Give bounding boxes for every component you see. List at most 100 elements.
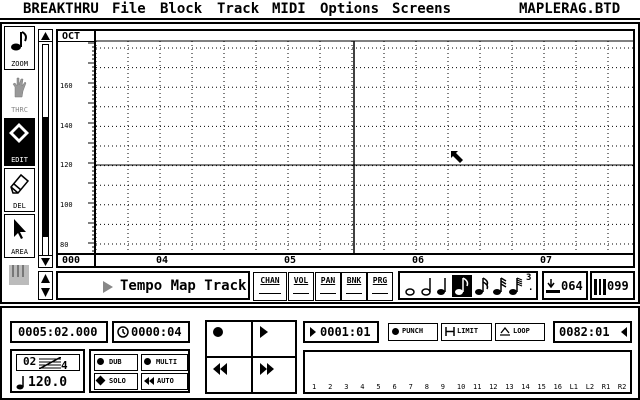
channel-label: 1 xyxy=(312,383,317,391)
channel-label: 12 xyxy=(489,383,498,391)
channel-label: 5 xyxy=(376,383,381,391)
channel-label: 3 xyxy=(344,383,349,391)
y-label-100: 100 xyxy=(60,201,73,209)
area-tool[interactable]: AREA xyxy=(4,214,35,258)
menu-divider xyxy=(0,18,640,20)
chan-label: CHAN xyxy=(260,276,280,285)
menu-midi[interactable]: MIDI xyxy=(272,1,306,17)
time-value: 0000:04 xyxy=(131,325,182,339)
auto-button[interactable]: AUTO xyxy=(141,373,188,390)
bank-button[interactable]: BNK xyxy=(341,272,367,301)
punch-out-value: 0082:01 xyxy=(559,325,610,339)
vertical-scrollbar[interactable] xyxy=(38,29,53,268)
time-display[interactable]: 0000:04 xyxy=(112,321,190,343)
extra-tool[interactable] xyxy=(4,260,35,302)
meter-tempo-display[interactable]: 02 4 120.0 xyxy=(10,349,85,393)
bank-value-line xyxy=(346,293,362,294)
menu-bar: BREAKTHRU File Block Track MIDI Options … xyxy=(0,0,640,20)
pan-value-line xyxy=(320,293,336,294)
record-mode-panel: DUB MULTI SOLO AUTO xyxy=(89,349,190,393)
multi-button[interactable]: MULTI xyxy=(141,354,188,371)
velocity-box[interactable]: 064 xyxy=(542,271,588,300)
area-tool-label: AREA xyxy=(11,248,28,256)
pan-label: PAN xyxy=(320,276,336,285)
play-button[interactable] xyxy=(253,322,295,356)
track-name-box[interactable]: Tempo Map Track xyxy=(56,271,250,300)
duration-value: 099 xyxy=(607,279,629,293)
rewind-icon xyxy=(213,363,227,375)
scroll-track[interactable] xyxy=(42,44,49,256)
edit-tool[interactable]: EDIT xyxy=(4,118,35,166)
y-label-140: 140 xyxy=(60,122,73,130)
track-up-icon[interactable] xyxy=(40,273,51,284)
note-icon xyxy=(11,31,27,51)
channel-meter-panel: 1 2 3 4 5 6 7 8 9 10 11 12 13 14 15 16 L1 L2 R1 R2 xyxy=(303,350,632,394)
loop-button[interactable]: LOOP xyxy=(495,323,545,341)
position-display[interactable]: 0005:02.000 xyxy=(10,321,108,343)
y-label-120: 120 xyxy=(60,161,73,169)
multi-label: MULTI xyxy=(156,358,178,366)
menu-screens[interactable]: Screens xyxy=(392,1,451,17)
edit-tool-label: EDIT xyxy=(11,156,28,164)
dub-button[interactable]: DUB xyxy=(94,354,138,371)
menu-block[interactable]: Block xyxy=(160,1,202,17)
program-label: PRG xyxy=(372,276,388,285)
clock-icon xyxy=(117,326,129,338)
program-value-line xyxy=(372,293,388,294)
rewind-button[interactable] xyxy=(207,358,251,392)
menu-track[interactable]: Track xyxy=(217,1,259,17)
app-menu[interactable]: BREAKTHRU xyxy=(23,1,99,17)
punch-button[interactable]: PUNCH xyxy=(388,323,438,341)
channel-label: 13 xyxy=(505,383,514,391)
multi-indicator-icon xyxy=(144,358,151,365)
chan-value-line xyxy=(259,293,281,294)
duration-box[interactable]: 099 xyxy=(590,271,635,300)
program-button[interactable]: PRG xyxy=(367,272,393,301)
channel-labels: 1 2 3 4 5 6 7 8 9 10 11 12 13 14 15 16 L1 L2 R1 R2 xyxy=(305,383,630,393)
scroll-down-icon[interactable] xyxy=(40,257,51,267)
punch-in-display[interactable]: 0001:01 xyxy=(303,321,379,343)
arrow-cursor-icon xyxy=(14,219,26,239)
dub-indicator-icon xyxy=(97,358,104,365)
thru-tool[interactable]: THRC xyxy=(4,72,35,116)
bar-ruler: 000 04 05 06 07 xyxy=(58,253,633,266)
scroll-up-icon[interactable] xyxy=(40,31,51,41)
zoom-tool[interactable]: ZOOM xyxy=(4,26,35,70)
bar-label-04: 04 xyxy=(156,255,169,266)
channel-label: 7 xyxy=(408,383,413,391)
note-value-selector[interactable]: 3 . xyxy=(398,271,538,300)
diamond-icon xyxy=(9,123,29,143)
limit-button[interactable]: LIMIT xyxy=(441,323,492,341)
auto-rewind-icon xyxy=(144,377,154,385)
channel-label: 6 xyxy=(392,383,397,391)
pan-button[interactable]: PAN xyxy=(315,272,341,301)
solo-button[interactable]: SOLO xyxy=(94,373,138,390)
tempo-editor[interactable]: OCT 160 140 120 100 80 000 04 05 06 07 xyxy=(56,29,635,268)
ruler-ticks xyxy=(88,42,96,252)
time-signature-box[interactable]: 02 4 xyxy=(16,354,80,372)
tempo-note-icon xyxy=(16,376,24,390)
y-label-160: 160 xyxy=(60,82,73,90)
record-button[interactable] xyxy=(207,322,251,356)
menu-options[interactable]: Options xyxy=(320,1,379,17)
zoom-tool-label: ZOOM xyxy=(11,60,28,68)
delete-tool[interactable]: DEL xyxy=(4,168,35,212)
channel-label: R1 xyxy=(601,383,611,391)
dotted-label: . xyxy=(528,283,534,293)
loop-label: LOOP xyxy=(513,327,530,335)
fast-forward-button[interactable] xyxy=(253,358,295,392)
auto-label: AUTO xyxy=(157,377,174,385)
tempo-grid[interactable] xyxy=(96,31,633,253)
track-scroller[interactable] xyxy=(38,271,53,300)
vol-value-line xyxy=(293,293,309,294)
channel-label: 11 xyxy=(473,383,482,391)
punch-out-display[interactable]: 0082:01 xyxy=(553,321,632,343)
fast-forward-icon xyxy=(260,363,274,375)
scroll-thumb[interactable] xyxy=(43,117,48,237)
bank-label: BNK xyxy=(346,276,362,285)
chan-button[interactable]: CHAN xyxy=(253,272,287,301)
menu-file[interactable]: File xyxy=(112,1,146,17)
thru-tool-label: THRC xyxy=(11,106,28,114)
track-down-icon[interactable] xyxy=(40,287,51,298)
vol-button[interactable]: VOL xyxy=(288,272,314,301)
